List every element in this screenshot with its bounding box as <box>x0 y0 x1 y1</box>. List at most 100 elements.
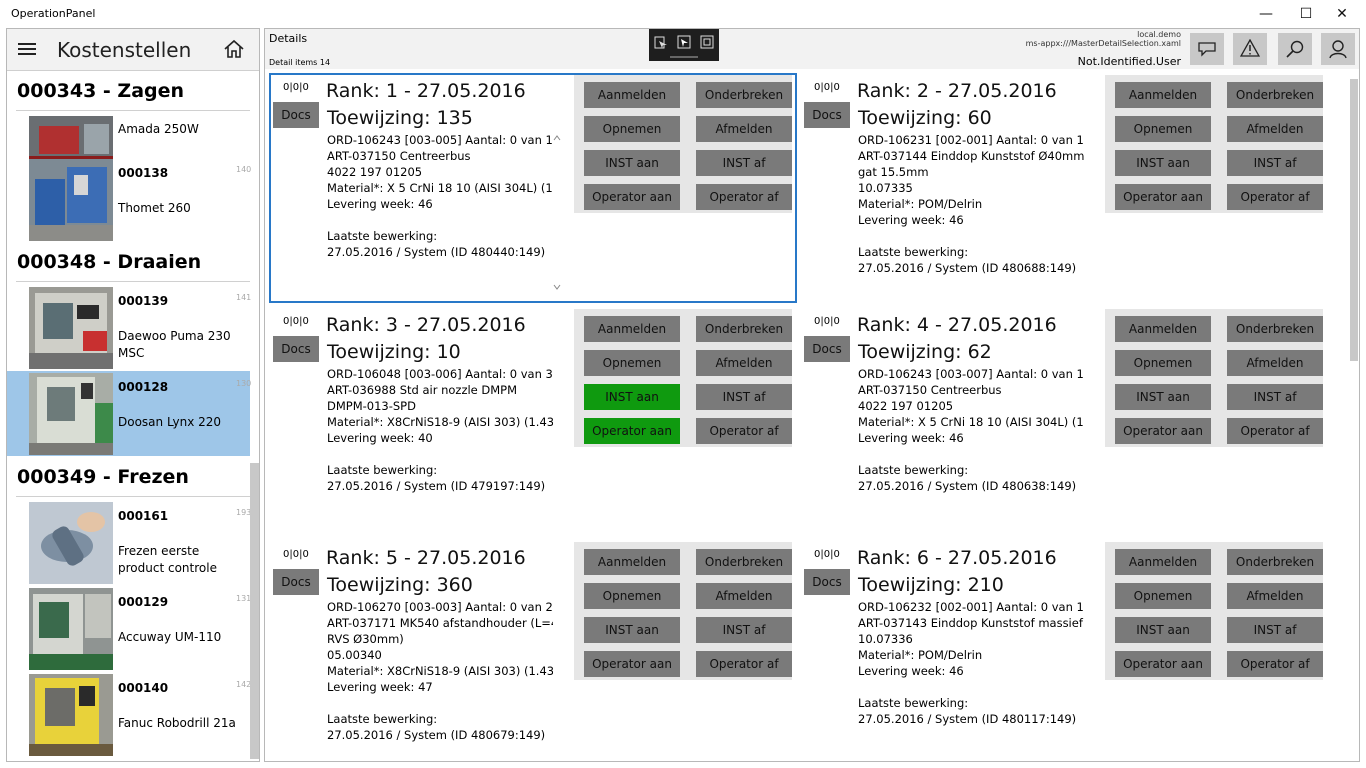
list-item[interactable]: 000140 142 Fanuc Robodrill 21a <box>7 672 251 757</box>
card-scrollbar[interactable] <box>553 133 561 293</box>
onderbreken-button[interactable]: Onderbreken <box>696 549 792 575</box>
onderbreken-button[interactable]: Onderbreken <box>696 316 792 342</box>
home-icon[interactable] <box>223 38 245 60</box>
list-item[interactable]: 000161 193 Frezen eerste product controle <box>7 500 252 585</box>
operator-af-button[interactable]: Operator af <box>1227 651 1323 677</box>
afmelden-button[interactable]: Afmelden <box>1227 116 1323 142</box>
aanmelden-button[interactable]: Aanmelden <box>1115 549 1211 575</box>
info-line: 10.07336 <box>858 632 913 646</box>
search-button[interactable] <box>1278 33 1312 65</box>
onderbreken-button[interactable]: Onderbreken <box>1227 316 1323 342</box>
aanmelden-button[interactable]: Aanmelden <box>1115 316 1211 342</box>
inst-af-button[interactable]: INST af <box>696 150 792 176</box>
inst-af-button[interactable]: INST af <box>1227 384 1323 410</box>
operator-aan-button[interactable]: Operator aan <box>1115 418 1211 444</box>
onderbreken-button[interactable]: Onderbreken <box>1227 82 1323 108</box>
operator-af-button[interactable]: Operator af <box>696 418 792 444</box>
inst-aan-button[interactable]: INST aan <box>584 384 680 410</box>
operator-aan-button[interactable]: Operator aan <box>584 651 680 677</box>
sidebar-scrollbar[interactable] <box>250 463 259 759</box>
operator-aan-button[interactable]: Operator aan <box>1115 184 1211 210</box>
list-item[interactable]: 000138 140 Thomet 260 <box>7 157 251 242</box>
docs-button[interactable]: Docs <box>804 569 850 595</box>
detail-card[interactable]: 0|0|0 Docs Rank: 5 - 27.05.2016 Toewijzing:… <box>269 540 797 761</box>
operator-aan-button[interactable]: Operator aan <box>1115 651 1211 677</box>
afmelden-button[interactable]: Afmelden <box>1227 350 1323 376</box>
operator-aan-button[interactable]: Operator aan <box>584 184 680 210</box>
hamburger-menu-icon[interactable] <box>18 43 36 55</box>
inst-af-button[interactable]: INST af <box>1227 617 1323 643</box>
onderbreken-button[interactable]: Onderbreken <box>696 82 792 108</box>
details-scrollbar[interactable] <box>1350 79 1358 361</box>
operator-af-button[interactable]: Operator af <box>696 184 792 210</box>
opnemen-button[interactable]: Opnemen <box>584 350 680 376</box>
detail-card[interactable]: 0|0|0 Docs Rank: 2 - 27.05.2016 Toewijzing:… <box>800 73 1328 303</box>
group-header[interactable]: 000343 - Zagen <box>16 71 250 111</box>
info-line: ART-036988 Std air nozzle DMPM <box>327 383 518 397</box>
detail-card[interactable]: 0|0|0 Docs Rank: 1 - 27.05.2016 Toewijzing:… <box>269 73 797 303</box>
inst-af-button[interactable]: INST af <box>696 617 792 643</box>
inst-aan-button[interactable]: INST aan <box>1115 617 1211 643</box>
afmelden-button[interactable]: Afmelden <box>696 116 792 142</box>
warning-button[interactable] <box>1233 33 1267 65</box>
onderbreken-button[interactable]: Onderbreken <box>1227 549 1323 575</box>
docs-button[interactable]: Docs <box>273 102 319 128</box>
detail-card[interactable]: 0|0|0 Docs Rank: 4 - 27.05.2016 Toewijzing:… <box>800 307 1328 537</box>
detail-card[interactable]: 0|0|0 Docs Rank: 6 - 27.05.2016 Toewijzing:… <box>800 540 1328 761</box>
card-counter: 0|0|0 <box>283 82 309 93</box>
card-rank: Rank: 4 - 27.05.2016 <box>857 314 1057 336</box>
list-item[interactable]: 000139 141 Daewoo Puma 230 MSC <box>7 285 251 370</box>
inst-aan-button[interactable]: INST aan <box>584 150 680 176</box>
card-info: ORD-106243 [003-005] Aantal: 0 van 15 ART… <box>327 132 553 260</box>
aanmelden-button[interactable]: Aanmelden <box>584 549 680 575</box>
item-number: 193 <box>236 508 252 517</box>
docs-button[interactable]: Docs <box>804 102 850 128</box>
list-item[interactable]: 000128 130 Doosan Lynx 220 <box>7 371 251 456</box>
docs-button[interactable]: Docs <box>273 336 319 362</box>
user-name: Not.Identified.User <box>1077 55 1181 68</box>
inst-aan-button[interactable]: INST aan <box>584 617 680 643</box>
aanmelden-button[interactable]: Aanmelden <box>1115 82 1211 108</box>
opnemen-button[interactable]: Opnemen <box>1115 116 1211 142</box>
info-line: Laatste bewerking: <box>858 696 969 710</box>
action-button-grid: Aanmelden Onderbreken Opnemen Afmelden INST … <box>1105 542 1323 680</box>
afmelden-button[interactable]: Afmelden <box>696 583 792 609</box>
inst-aan-button[interactable]: INST aan <box>1115 150 1211 176</box>
inst-af-button[interactable]: INST af <box>1227 150 1323 176</box>
fanuc-mill-photo <box>29 674 113 756</box>
card-toewijzing: Toewijzing: 210 <box>858 574 1004 596</box>
detail-card[interactable]: 0|0|0 Docs Rank: 3 - 27.05.2016 Toewijzing:… <box>269 307 797 537</box>
info-line <box>858 679 1084 695</box>
aanmelden-button[interactable]: Aanmelden <box>584 82 680 108</box>
operator-af-button[interactable]: Operator af <box>1227 418 1323 444</box>
opnemen-button[interactable]: Opnemen <box>1115 583 1211 609</box>
layout-adorner-icon[interactable] <box>700 35 714 49</box>
live-tree-icon[interactable] <box>654 35 668 49</box>
connection-host: local.demo <box>1137 30 1181 39</box>
close-button[interactable]: ✕ <box>1319 0 1365 28</box>
operator-af-button[interactable]: Operator af <box>1227 184 1323 210</box>
operator-af-button[interactable]: Operator af <box>696 651 792 677</box>
item-number: 131 <box>236 594 252 603</box>
opnemen-button[interactable]: Opnemen <box>1115 350 1211 376</box>
inst-aan-button[interactable]: INST aan <box>1115 384 1211 410</box>
opnemen-button[interactable]: Opnemen <box>584 116 680 142</box>
select-element-icon[interactable] <box>677 35 691 49</box>
afmelden-button[interactable]: Afmelden <box>1227 583 1323 609</box>
opnemen-button[interactable]: Opnemen <box>584 583 680 609</box>
debug-toolbar <box>649 29 719 61</box>
docs-button[interactable]: Docs <box>804 336 850 362</box>
inst-af-button[interactable]: INST af <box>696 384 792 410</box>
aanmelden-button[interactable]: Aanmelden <box>584 316 680 342</box>
item-id: 000161 <box>118 509 169 523</box>
feedback-button[interactable] <box>1190 33 1224 65</box>
docs-button[interactable]: Docs <box>273 569 319 595</box>
info-line: Material*: POM/Delrin <box>858 648 983 662</box>
group-header[interactable]: 000348 - Draaien <box>16 242 250 282</box>
operator-aan-button[interactable]: Operator aan <box>584 418 680 444</box>
debug-toolbar-handle[interactable] <box>670 56 698 58</box>
list-item[interactable]: 000129 131 Accuway UM-110 <box>7 586 252 671</box>
afmelden-button[interactable]: Afmelden <box>696 350 792 376</box>
user-button[interactable] <box>1321 33 1355 65</box>
group-header[interactable]: 000349 - Frezen <box>16 457 250 497</box>
